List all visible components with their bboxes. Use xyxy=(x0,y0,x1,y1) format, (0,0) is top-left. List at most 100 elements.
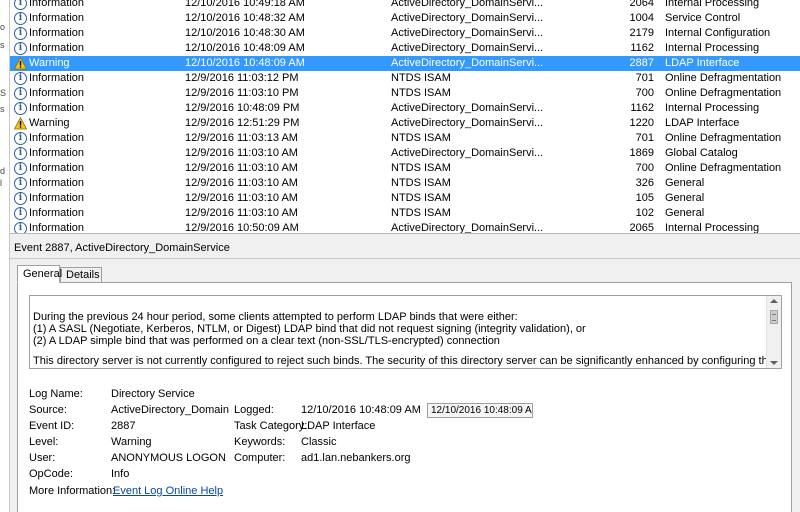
event-row[interactable]: i Information 12/10/2016 10:48:30 AM Active… xyxy=(10,26,800,41)
event-datetime: 12/9/2016 11:03:13 AM xyxy=(185,132,298,144)
log-name-value: Directory Service xyxy=(111,388,195,400)
event-row[interactable]: i Information 12/9/2016 11:03:13 AM NTDS IS… xyxy=(10,131,800,146)
event-source: ActiveDirectory_DomainServi... xyxy=(391,102,544,114)
event-task-category: Global Catalog xyxy=(665,147,738,159)
event-task-category: Internal Processing xyxy=(665,102,760,114)
event-task-category: General xyxy=(665,177,705,189)
event-datetime: 12/10/2016 10:49:18 AM xyxy=(185,0,305,9)
event-level: Information xyxy=(29,42,85,54)
event-id: 102 xyxy=(635,207,654,219)
event-row[interactable]: i Information 12/9/2016 10:50:09 AM ActiveD… xyxy=(10,221,800,233)
event-datetime: 12/9/2016 10:48:09 PM xyxy=(185,102,300,114)
scroll-down-arrow-icon[interactable] xyxy=(770,361,778,365)
event-datetime: 12/10/2016 10:48:32 AM xyxy=(185,12,305,24)
more-information-label: More Information: xyxy=(29,485,116,497)
event-id: 2179 xyxy=(629,27,654,39)
event-row[interactable]: Warning 12/9/2016 12:51:29 PM ActiveDirect… xyxy=(10,116,800,131)
event-row[interactable]: i Information 12/9/2016 11:03:12 PM NTDS IS… xyxy=(10,71,800,86)
left-strip-char: S xyxy=(0,88,7,98)
info-icon: i xyxy=(14,27,27,40)
level-value: Warning xyxy=(111,436,152,448)
event-datetime: 12/9/2016 11:03:10 AM xyxy=(185,147,298,159)
keywords-label: Keywords: xyxy=(234,436,286,448)
event-task-category: Internal Processing xyxy=(665,0,760,9)
event-task-category: Internal Processing xyxy=(665,42,760,54)
event-level: Warning xyxy=(29,117,70,129)
event-datetime: 12/9/2016 11:03:10 AM xyxy=(185,192,298,204)
event-id: 105 xyxy=(635,192,654,204)
event-row[interactable]: i Information 12/9/2016 11:03:10 AM NTDS IS… xyxy=(10,191,800,206)
event-source: NTDS ISAM xyxy=(391,207,451,219)
event-source: NTDS ISAM xyxy=(391,132,451,144)
event-datetime: 12/9/2016 11:03:10 AM xyxy=(185,162,298,174)
task-category-value: LDAP Interface xyxy=(301,420,376,432)
user-label: User: xyxy=(29,452,56,464)
info-icon: i xyxy=(14,162,27,175)
event-id: 701 xyxy=(635,132,654,144)
event-level: Information xyxy=(29,87,85,99)
description-line: (1) A SASL (Negotiate, Kerberos, NTLM, o… xyxy=(33,323,586,335)
warning-icon xyxy=(14,57,27,70)
event-log-online-help-link[interactable]: Event Log Online Help xyxy=(113,485,223,497)
event-id: 701 xyxy=(635,72,654,84)
event-task-category: Online Defragmentation xyxy=(665,87,782,99)
pane-splitter[interactable] xyxy=(10,233,800,239)
logged-label: Logged: xyxy=(234,404,274,416)
event-id: 1162 xyxy=(630,102,654,114)
event-source: NTDS ISAM xyxy=(391,177,451,189)
event-description-box[interactable]: During the previous 24 hour period, some… xyxy=(29,295,782,369)
left-strip-char: o xyxy=(0,22,6,32)
event-datetime: 12/10/2016 10:48:09 AM xyxy=(185,42,305,54)
event-task-category: Internal Configuration xyxy=(665,27,771,39)
left-strip-char: d xyxy=(0,166,6,176)
event-detail-title: Event 2887, ActiveDirectory_DomainServic… xyxy=(14,242,230,254)
scroll-up-arrow-icon[interactable] xyxy=(770,299,778,303)
event-source: ActiveDirectory_DomainServi... xyxy=(391,57,544,69)
event-id: 2065 xyxy=(629,222,654,233)
event-row[interactable]: i Information 12/9/2016 11:03:10 AM NTDS IS… xyxy=(10,161,800,176)
event-id: 1869 xyxy=(629,147,654,159)
event-row[interactable]: i Information 12/9/2016 10:48:09 PM ActiveD… xyxy=(10,101,800,116)
event-id: 1004 xyxy=(629,12,654,24)
event-level: Information xyxy=(29,192,85,204)
description-scrollbar[interactable] xyxy=(766,296,781,368)
detail-separator xyxy=(10,258,800,259)
event-source: ActiveDirectory_DomainServi... xyxy=(391,12,544,24)
event-row[interactable]: i Information 12/9/2016 11:03:10 AM ActiveD… xyxy=(10,146,800,161)
event-datetime: 12/10/2016 10:48:30 AM xyxy=(185,27,305,39)
event-task-category: Internal Processing xyxy=(665,222,760,233)
info-icon: i xyxy=(14,102,27,115)
info-icon: i xyxy=(14,207,27,220)
event-level: Information xyxy=(29,162,85,174)
event-list[interactable]: i Information 12/10/2016 10:49:18 AM Active… xyxy=(10,0,800,233)
event-id: 2064 xyxy=(629,0,654,9)
tab-details[interactable]: Details xyxy=(60,267,102,283)
event-row[interactable]: i Information 12/10/2016 10:48:09 AM Active… xyxy=(10,41,800,56)
event-row[interactable]: i Information 12/9/2016 11:03:10 AM NTDS IS… xyxy=(10,176,800,191)
computer-value: ad1.lan.nebankers.org xyxy=(301,452,411,464)
event-id: 326 xyxy=(635,177,654,189)
tab-general[interactable]: General xyxy=(17,265,62,283)
event-task-category: LDAP Interface xyxy=(665,57,740,69)
event-row[interactable]: Warning 12/10/2016 10:48:09 AM ActiveDirec… xyxy=(10,56,800,71)
event-row[interactable]: i Information 12/10/2016 10:48:32 AM Active… xyxy=(10,11,800,26)
event-level: Information xyxy=(29,0,85,9)
event-level: Information xyxy=(29,177,85,189)
event-level: Information xyxy=(29,102,85,114)
event-source: ActiveDirectory_DomainServi... xyxy=(391,0,544,9)
event-datetime: 12/10/2016 10:48:09 AM xyxy=(185,57,305,69)
event-task-category: Service Control xyxy=(665,12,741,24)
info-icon: i xyxy=(14,87,27,100)
event-datetime: 12/9/2016 11:03:10 AM xyxy=(185,207,298,219)
scroll-thumb[interactable] xyxy=(770,310,778,324)
event-task-category: Online Defragmentation xyxy=(665,72,782,84)
description-line: This directory server is not currently c… xyxy=(33,355,781,367)
info-icon: i xyxy=(14,147,27,160)
event-row[interactable]: i Information 12/9/2016 11:03:10 AM NTDS IS… xyxy=(10,206,800,221)
event-row[interactable]: i Information 12/10/2016 10:49:18 AM Active… xyxy=(10,0,800,11)
event-datetime: 12/9/2016 11:03:10 PM xyxy=(185,87,299,99)
event-task-category: LDAP Interface xyxy=(665,117,740,129)
user-value: ANONYMOUS LOGON xyxy=(111,452,226,464)
event-row[interactable]: i Information 12/9/2016 11:03:10 PM NTDS IS… xyxy=(10,86,800,101)
description-line: (2) A LDAP simple bind that was performe… xyxy=(33,335,500,347)
